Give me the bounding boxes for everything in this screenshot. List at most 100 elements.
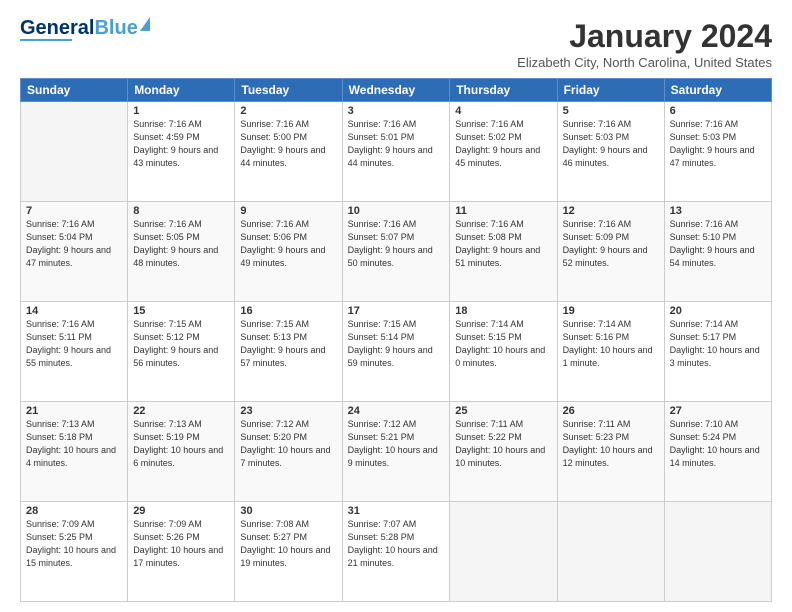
table-row: 30Sunrise: 7:08 AM Sunset: 5:27 PM Dayli… (235, 502, 342, 602)
table-row: 15Sunrise: 7:15 AM Sunset: 5:12 PM Dayli… (128, 302, 235, 402)
day-number: 29 (133, 505, 229, 517)
day-number: 19 (563, 305, 659, 317)
table-row: 29Sunrise: 7:09 AM Sunset: 5:26 PM Dayli… (128, 502, 235, 602)
calendar-week-row: 14Sunrise: 7:16 AM Sunset: 5:11 PM Dayli… (21, 302, 772, 402)
table-row (450, 502, 557, 602)
day-number: 18 (455, 305, 551, 317)
header-thursday: Thursday (450, 79, 557, 102)
day-info: Sunrise: 7:16 AM Sunset: 5:03 PM Dayligh… (670, 118, 766, 170)
day-info: Sunrise: 7:11 AM Sunset: 5:23 PM Dayligh… (563, 418, 659, 470)
header-tuesday: Tuesday (235, 79, 342, 102)
table-row: 6Sunrise: 7:16 AM Sunset: 5:03 PM Daylig… (664, 102, 771, 202)
day-info: Sunrise: 7:16 AM Sunset: 5:11 PM Dayligh… (26, 318, 122, 370)
day-number: 26 (563, 405, 659, 417)
day-info: Sunrise: 7:16 AM Sunset: 4:59 PM Dayligh… (133, 118, 229, 170)
day-info: Sunrise: 7:16 AM Sunset: 5:07 PM Dayligh… (348, 218, 445, 270)
day-number: 9 (240, 205, 336, 217)
table-row: 11Sunrise: 7:16 AM Sunset: 5:08 PM Dayli… (450, 202, 557, 302)
calendar-table: Sunday Monday Tuesday Wednesday Thursday… (20, 78, 772, 602)
calendar-week-row: 1Sunrise: 7:16 AM Sunset: 4:59 PM Daylig… (21, 102, 772, 202)
day-number: 3 (348, 105, 445, 117)
day-number: 10 (348, 205, 445, 217)
month-title: January 2024 (517, 18, 772, 55)
title-area: January 2024 Elizabeth City, North Carol… (517, 18, 772, 70)
day-info: Sunrise: 7:16 AM Sunset: 5:05 PM Dayligh… (133, 218, 229, 270)
header-sunday: Sunday (21, 79, 128, 102)
day-info: Sunrise: 7:16 AM Sunset: 5:04 PM Dayligh… (26, 218, 122, 270)
day-number: 16 (240, 305, 336, 317)
day-number: 21 (26, 405, 122, 417)
table-row: 10Sunrise: 7:16 AM Sunset: 5:07 PM Dayli… (342, 202, 450, 302)
day-number: 14 (26, 305, 122, 317)
table-row: 7Sunrise: 7:16 AM Sunset: 5:04 PM Daylig… (21, 202, 128, 302)
day-number: 15 (133, 305, 229, 317)
table-row: 16Sunrise: 7:15 AM Sunset: 5:13 PM Dayli… (235, 302, 342, 402)
table-row: 31Sunrise: 7:07 AM Sunset: 5:28 PM Dayli… (342, 502, 450, 602)
day-number: 6 (670, 105, 766, 117)
day-number: 1 (133, 105, 229, 117)
day-info: Sunrise: 7:15 AM Sunset: 5:14 PM Dayligh… (348, 318, 445, 370)
day-number: 13 (670, 205, 766, 217)
day-info: Sunrise: 7:12 AM Sunset: 5:21 PM Dayligh… (348, 418, 445, 470)
table-row: 12Sunrise: 7:16 AM Sunset: 5:09 PM Dayli… (557, 202, 664, 302)
table-row: 18Sunrise: 7:14 AM Sunset: 5:15 PM Dayli… (450, 302, 557, 402)
day-number: 7 (26, 205, 122, 217)
table-row (664, 502, 771, 602)
day-number: 28 (26, 505, 122, 517)
day-info: Sunrise: 7:15 AM Sunset: 5:13 PM Dayligh… (240, 318, 336, 370)
day-info: Sunrise: 7:16 AM Sunset: 5:08 PM Dayligh… (455, 218, 551, 270)
table-row: 13Sunrise: 7:16 AM Sunset: 5:10 PM Dayli… (664, 202, 771, 302)
day-number: 2 (240, 105, 336, 117)
day-info: Sunrise: 7:11 AM Sunset: 5:22 PM Dayligh… (455, 418, 551, 470)
day-number: 25 (455, 405, 551, 417)
day-info: Sunrise: 7:09 AM Sunset: 5:25 PM Dayligh… (26, 518, 122, 570)
day-info: Sunrise: 7:14 AM Sunset: 5:15 PM Dayligh… (455, 318, 551, 370)
weekday-header-row: Sunday Monday Tuesday Wednesday Thursday… (21, 79, 772, 102)
header-monday: Monday (128, 79, 235, 102)
day-info: Sunrise: 7:16 AM Sunset: 5:09 PM Dayligh… (563, 218, 659, 270)
day-info: Sunrise: 7:13 AM Sunset: 5:19 PM Dayligh… (133, 418, 229, 470)
table-row (557, 502, 664, 602)
table-row (21, 102, 128, 202)
day-info: Sunrise: 7:16 AM Sunset: 5:00 PM Dayligh… (240, 118, 336, 170)
day-number: 5 (563, 105, 659, 117)
table-row: 22Sunrise: 7:13 AM Sunset: 5:19 PM Dayli… (128, 402, 235, 502)
day-info: Sunrise: 7:14 AM Sunset: 5:16 PM Dayligh… (563, 318, 659, 370)
calendar-week-row: 7Sunrise: 7:16 AM Sunset: 5:04 PM Daylig… (21, 202, 772, 302)
day-info: Sunrise: 7:16 AM Sunset: 5:10 PM Dayligh… (670, 218, 766, 270)
day-number: 24 (348, 405, 445, 417)
page: GeneralBlue January 2024 Elizabeth City,… (0, 0, 792, 612)
day-info: Sunrise: 7:14 AM Sunset: 5:17 PM Dayligh… (670, 318, 766, 370)
day-info: Sunrise: 7:09 AM Sunset: 5:26 PM Dayligh… (133, 518, 229, 570)
table-row: 3Sunrise: 7:16 AM Sunset: 5:01 PM Daylig… (342, 102, 450, 202)
table-row: 27Sunrise: 7:10 AM Sunset: 5:24 PM Dayli… (664, 402, 771, 502)
day-number: 4 (455, 105, 551, 117)
day-info: Sunrise: 7:16 AM Sunset: 5:02 PM Dayligh… (455, 118, 551, 170)
table-row: 5Sunrise: 7:16 AM Sunset: 5:03 PM Daylig… (557, 102, 664, 202)
table-row: 1Sunrise: 7:16 AM Sunset: 4:59 PM Daylig… (128, 102, 235, 202)
header: GeneralBlue January 2024 Elizabeth City,… (20, 18, 772, 70)
logo: GeneralBlue (20, 18, 150, 41)
day-info: Sunrise: 7:12 AM Sunset: 5:20 PM Dayligh… (240, 418, 336, 470)
day-info: Sunrise: 7:08 AM Sunset: 5:27 PM Dayligh… (240, 518, 336, 570)
day-number: 30 (240, 505, 336, 517)
day-number: 22 (133, 405, 229, 417)
day-info: Sunrise: 7:07 AM Sunset: 5:28 PM Dayligh… (348, 518, 445, 570)
table-row: 28Sunrise: 7:09 AM Sunset: 5:25 PM Dayli… (21, 502, 128, 602)
table-row: 21Sunrise: 7:13 AM Sunset: 5:18 PM Dayli… (21, 402, 128, 502)
table-row: 2Sunrise: 7:16 AM Sunset: 5:00 PM Daylig… (235, 102, 342, 202)
table-row: 14Sunrise: 7:16 AM Sunset: 5:11 PM Dayli… (21, 302, 128, 402)
day-number: 23 (240, 405, 336, 417)
table-row: 4Sunrise: 7:16 AM Sunset: 5:02 PM Daylig… (450, 102, 557, 202)
table-row: 23Sunrise: 7:12 AM Sunset: 5:20 PM Dayli… (235, 402, 342, 502)
day-info: Sunrise: 7:16 AM Sunset: 5:06 PM Dayligh… (240, 218, 336, 270)
day-number: 20 (670, 305, 766, 317)
day-number: 11 (455, 205, 551, 217)
calendar-week-row: 21Sunrise: 7:13 AM Sunset: 5:18 PM Dayli… (21, 402, 772, 502)
day-number: 17 (348, 305, 445, 317)
table-row: 26Sunrise: 7:11 AM Sunset: 5:23 PM Dayli… (557, 402, 664, 502)
logo-underline (20, 39, 72, 41)
day-number: 8 (133, 205, 229, 217)
table-row: 25Sunrise: 7:11 AM Sunset: 5:22 PM Dayli… (450, 402, 557, 502)
table-row: 8Sunrise: 7:16 AM Sunset: 5:05 PM Daylig… (128, 202, 235, 302)
